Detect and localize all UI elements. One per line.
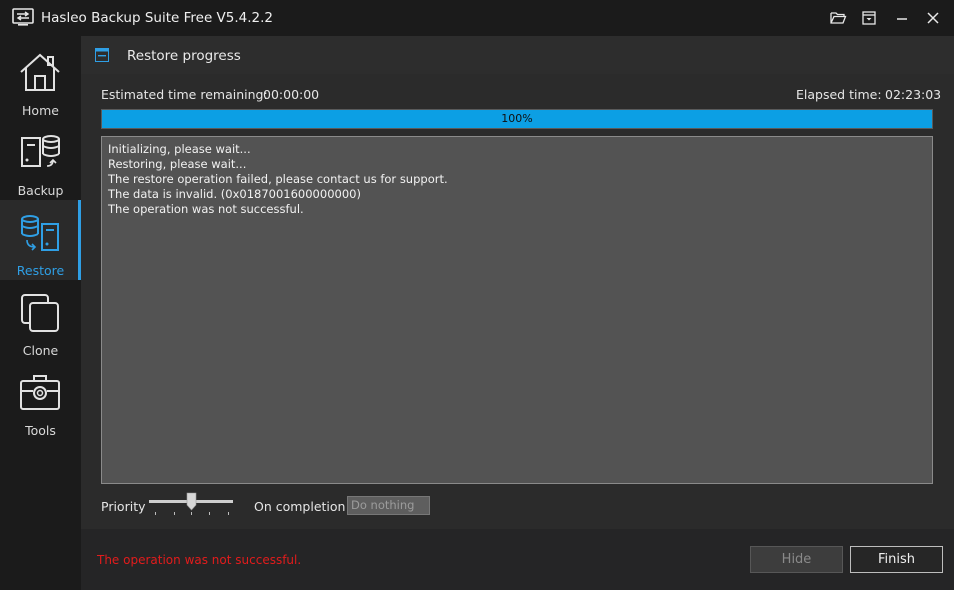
log-line: Initializing, please wait... xyxy=(108,142,251,156)
finish-button[interactable]: Finish xyxy=(850,546,943,573)
sidebar-item-label: Home xyxy=(22,103,59,118)
status-message: The operation was not successful. xyxy=(97,553,302,567)
sidebar-item-label: Tools xyxy=(25,423,56,438)
priority-label: Priority xyxy=(101,499,146,514)
sidebar-item-home[interactable]: Home xyxy=(0,40,81,120)
log-line: The data is invalid. (0x0187001600000000… xyxy=(108,187,361,201)
estimated-time-value: 00:00:00 xyxy=(263,87,320,102)
restore-progress-icon xyxy=(95,48,109,62)
progress-percent: 100% xyxy=(501,112,533,125)
minimize-icon[interactable] xyxy=(893,9,911,27)
toolbox-icon xyxy=(20,375,60,410)
log-line: The operation was not successful. xyxy=(108,202,304,216)
home-icon xyxy=(20,53,60,91)
sidebar: Home Backup Restore Clone Tools xyxy=(0,36,81,590)
sidebar-item-tools[interactable]: Tools xyxy=(0,360,81,440)
window-title: Hasleo Backup Suite Free V5.4.2.2 xyxy=(41,10,274,26)
priority-slider[interactable] xyxy=(149,492,235,518)
title-bar: Hasleo Backup Suite Free V5.4.2.2 xyxy=(0,0,954,36)
elapsed-time-label: Elapsed time: xyxy=(796,87,882,102)
sidebar-item-label: Restore xyxy=(16,263,65,278)
restore-icon xyxy=(21,215,59,251)
sidebar-item-label: Clone xyxy=(22,343,59,358)
on-completion-select[interactable]: Do nothing xyxy=(347,496,430,515)
page-title: Restore progress xyxy=(127,48,241,64)
log-output[interactable]: Initializing, please wait... Restoring, p… xyxy=(101,136,933,484)
close-icon[interactable] xyxy=(924,9,942,27)
main-panel: Restore progress Estimated time remainin… xyxy=(81,36,954,590)
clone-icon xyxy=(21,294,59,332)
folder-open-icon[interactable] xyxy=(829,9,847,27)
elapsed-time-value: 02:23:03 xyxy=(885,87,942,102)
app-logo-icon xyxy=(12,8,34,26)
progress-content: Estimated time remaining: 00:00:00 Elaps… xyxy=(81,74,954,529)
progress-bar: 100% xyxy=(101,109,933,129)
backup-icon xyxy=(21,135,60,167)
hide-button[interactable]: Hide xyxy=(750,546,843,573)
panel-header: Restore progress xyxy=(81,36,954,74)
log-line: Restoring, please wait... xyxy=(108,157,247,171)
sidebar-item-restore[interactable]: Restore xyxy=(0,200,81,280)
download-icon[interactable] xyxy=(860,9,878,27)
log-line: The restore operation failed, please con… xyxy=(108,172,448,186)
sidebar-item-backup[interactable]: Backup xyxy=(0,120,81,200)
sidebar-item-clone[interactable]: Clone xyxy=(0,280,81,360)
sidebar-item-label: Backup xyxy=(17,183,64,198)
on-completion-label: On completion xyxy=(254,499,346,514)
estimated-time-label: Estimated time remaining: xyxy=(101,87,268,102)
